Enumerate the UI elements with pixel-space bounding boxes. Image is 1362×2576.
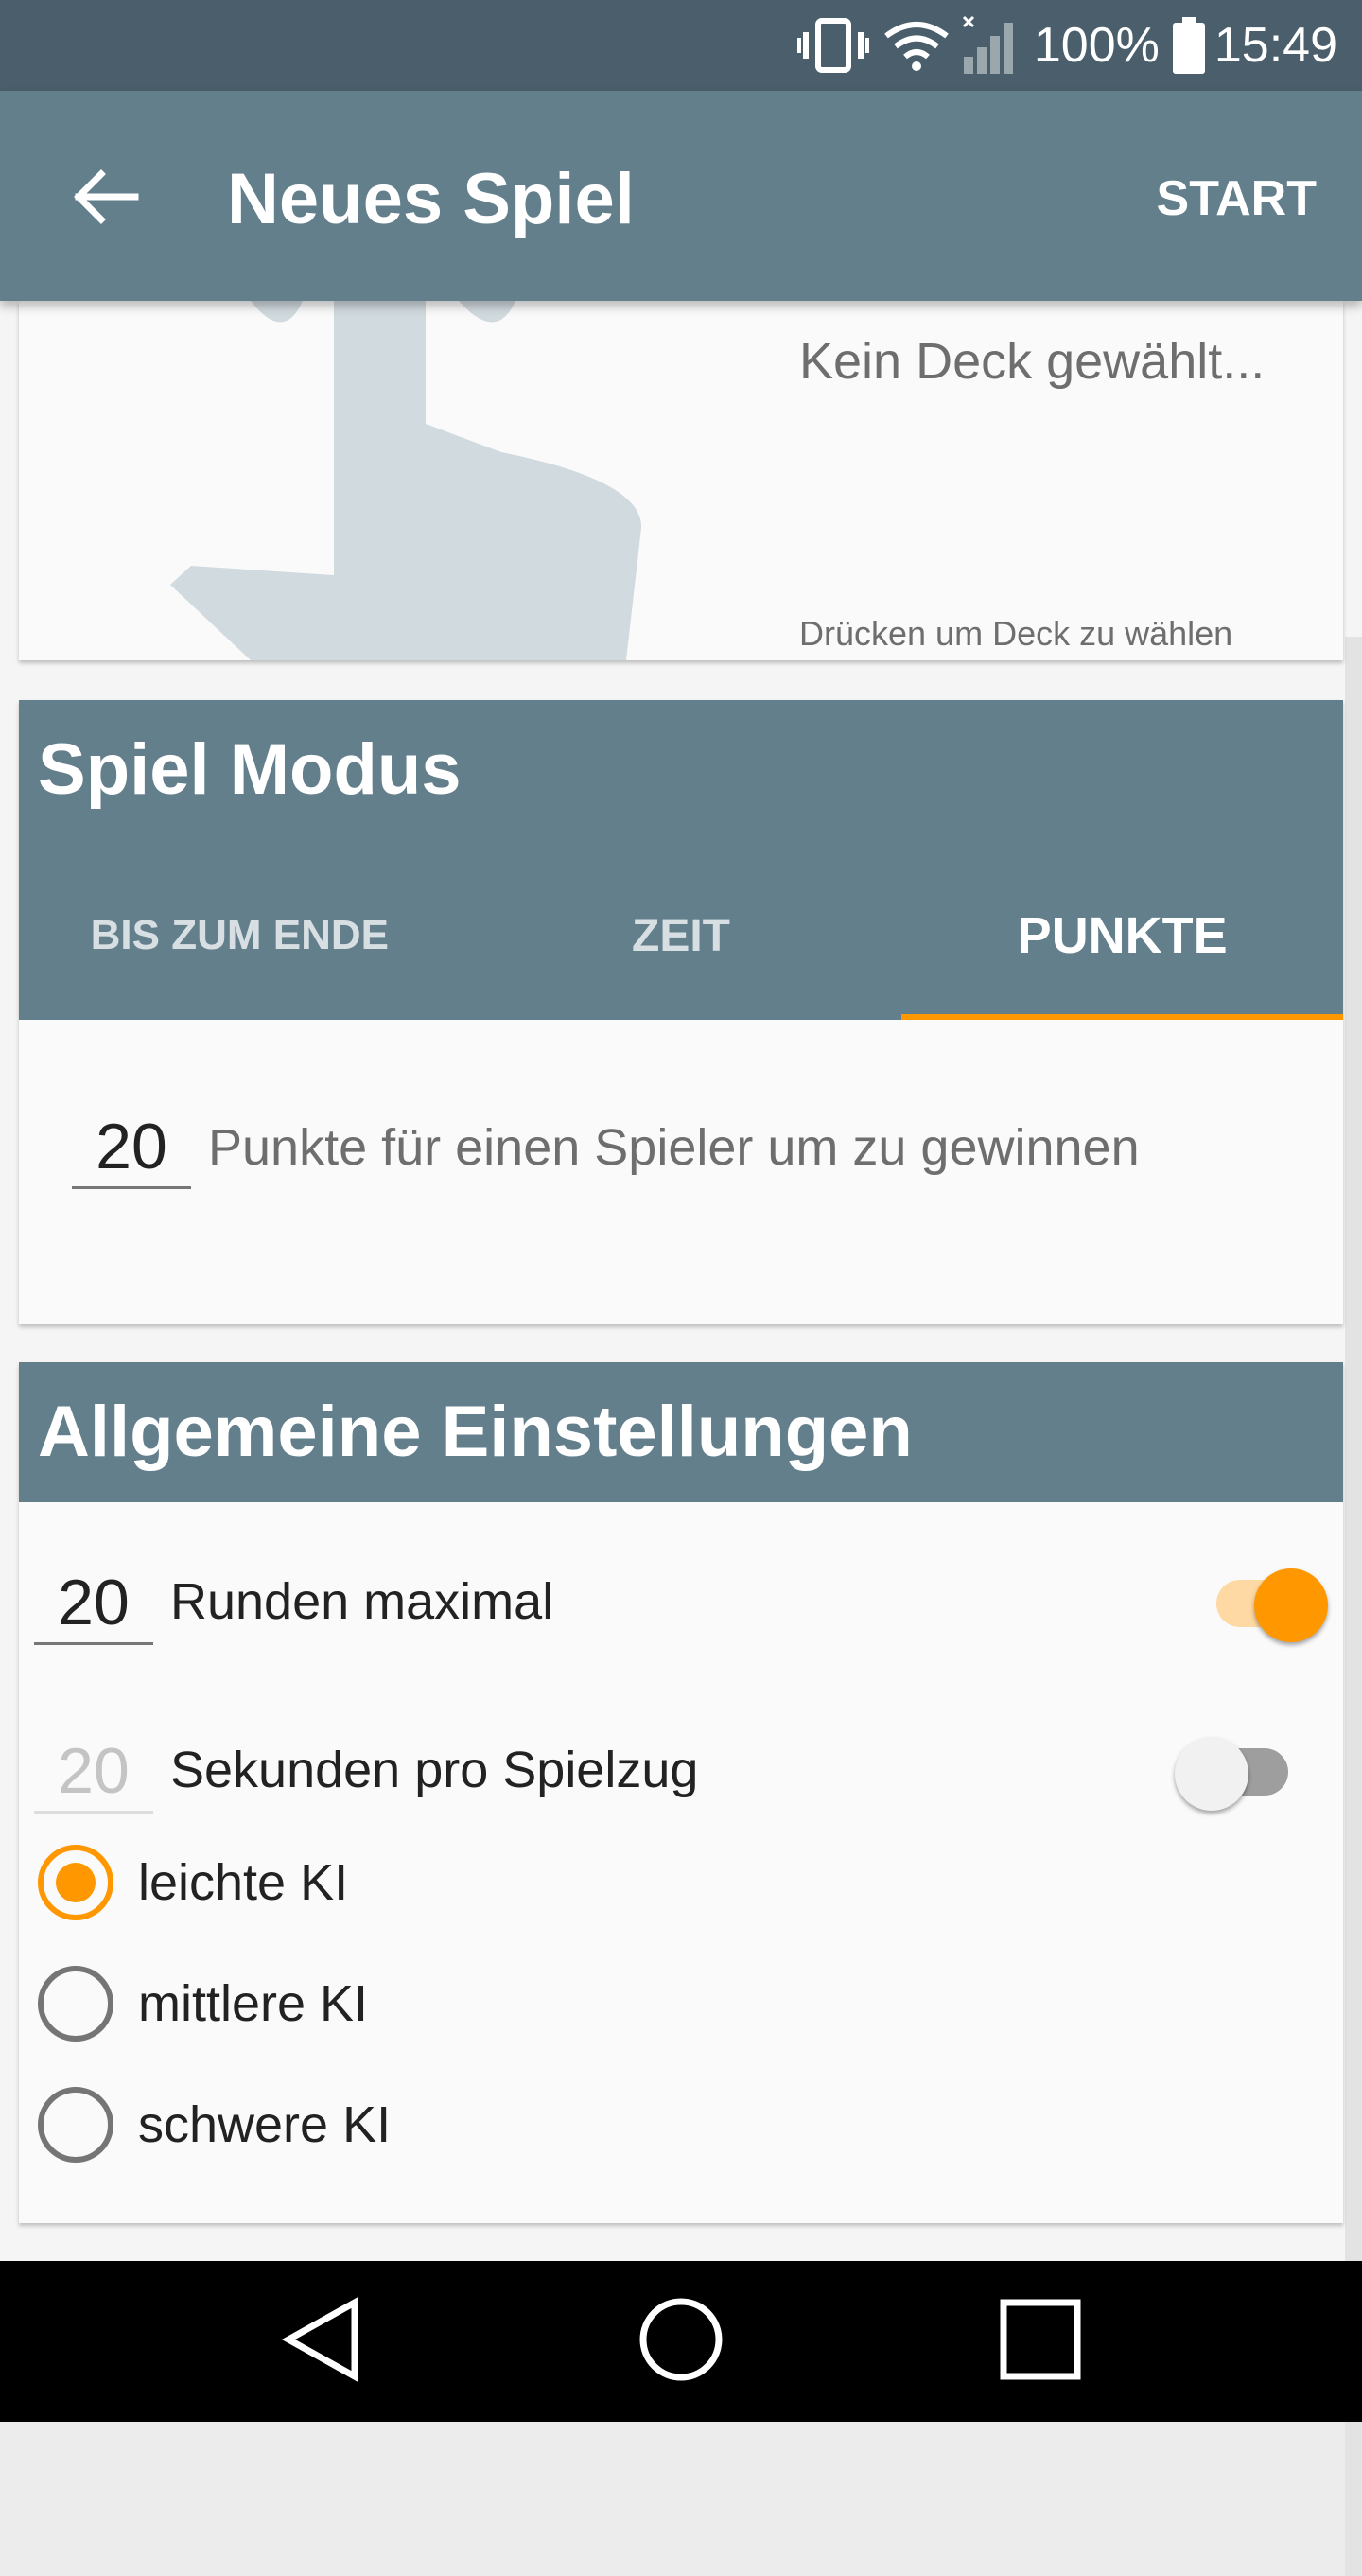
rounds-switch[interactable] [1201, 1559, 1328, 1642]
seconds-switch[interactable] [1175, 1727, 1298, 1811]
wifi-icon [882, 19, 951, 72]
nav-recents-button[interactable] [993, 2294, 1088, 2389]
ai-option-hard[interactable]: schwere KI [38, 2077, 391, 2172]
points-label: Punkte für einen Spieler um zu gewinnen [208, 1119, 1140, 1176]
rounds-label: Runden maximal [170, 1573, 554, 1630]
seconds-input[interactable]: 20 [34, 1731, 153, 1814]
general-settings-title: Allgemeine Einstellungen [38, 1392, 913, 1472]
general-settings-header: Allgemeine Einstellungen [19, 1362, 1343, 1502]
radio-label: schwere KI [138, 2096, 392, 2153]
arrow-left-icon [73, 168, 139, 230]
back-button[interactable] [66, 159, 146, 238]
deck-card[interactable]: Kein Deck gewählt... Drücken um Deck zu … [19, 301, 1343, 660]
ai-option-easy[interactable]: leichte KI [38, 1835, 348, 1930]
deck-name: Kein Deck gewählt... [799, 333, 1266, 390]
radio-label: leichte KI [138, 1854, 349, 1911]
status-icons: 100% 15:49 [796, 0, 1337, 91]
app-bar: Neues Spiel START [0, 91, 1362, 301]
nav-home-button[interactable] [634, 2294, 728, 2389]
game-mode-card: Spiel Modus BIS ZUM ENDE ZEIT PUNKTE 20 … [19, 700, 1343, 1324]
battery-icon [1171, 17, 1207, 74]
navigation-bar [0, 2261, 1362, 2422]
radio-button[interactable] [38, 1845, 114, 1920]
deck-hint: Drücken um Deck zu wählen [799, 614, 1233, 653]
ai-option-medium[interactable]: mittlere KI [38, 1956, 368, 2051]
mode-tabs: BIS ZUM ENDE ZEIT PUNKTE [19, 851, 1343, 1020]
vibrate-icon [796, 17, 869, 74]
radio-label: mittlere KI [138, 1975, 369, 2032]
status-bar: 100% 15:49 [0, 0, 1362, 91]
game-mode-header: Spiel Modus BIS ZUM ENDE ZEIT PUNKTE [19, 700, 1343, 1020]
general-settings-card: Allgemeine Einstellungen 20 Runden maxim… [19, 1362, 1343, 2223]
circle-home-icon [637, 2296, 725, 2388]
signal-icon [962, 15, 1022, 76]
radio-button[interactable] [38, 2087, 114, 2163]
square-recents-icon [998, 2297, 1083, 2387]
tab-until-end[interactable]: BIS ZUM ENDE [19, 851, 461, 1020]
seconds-label: Sekunden pro Spielzug [170, 1742, 699, 1798]
clock: 15:49 [1214, 18, 1337, 73]
radio-button[interactable] [38, 1966, 114, 2042]
nav-back-button[interactable] [274, 2294, 369, 2389]
battery-percent: 100% [1033, 18, 1160, 73]
start-button[interactable]: START [1157, 168, 1317, 229]
rounds-input[interactable]: 20 [34, 1563, 153, 1645]
triangle-back-icon [279, 2296, 364, 2387]
page-title: Neues Spiel [227, 159, 635, 239]
tab-points[interactable]: PUNKTE [901, 851, 1343, 1020]
points-input[interactable]: 20 [72, 1107, 191, 1189]
content: Kein Deck gewählt... Drücken um Deck zu … [0, 301, 1362, 2576]
touch-hand-icon [19, 301, 700, 660]
game-mode-title: Spiel Modus [38, 729, 462, 810]
tab-time[interactable]: ZEIT [461, 851, 902, 1020]
